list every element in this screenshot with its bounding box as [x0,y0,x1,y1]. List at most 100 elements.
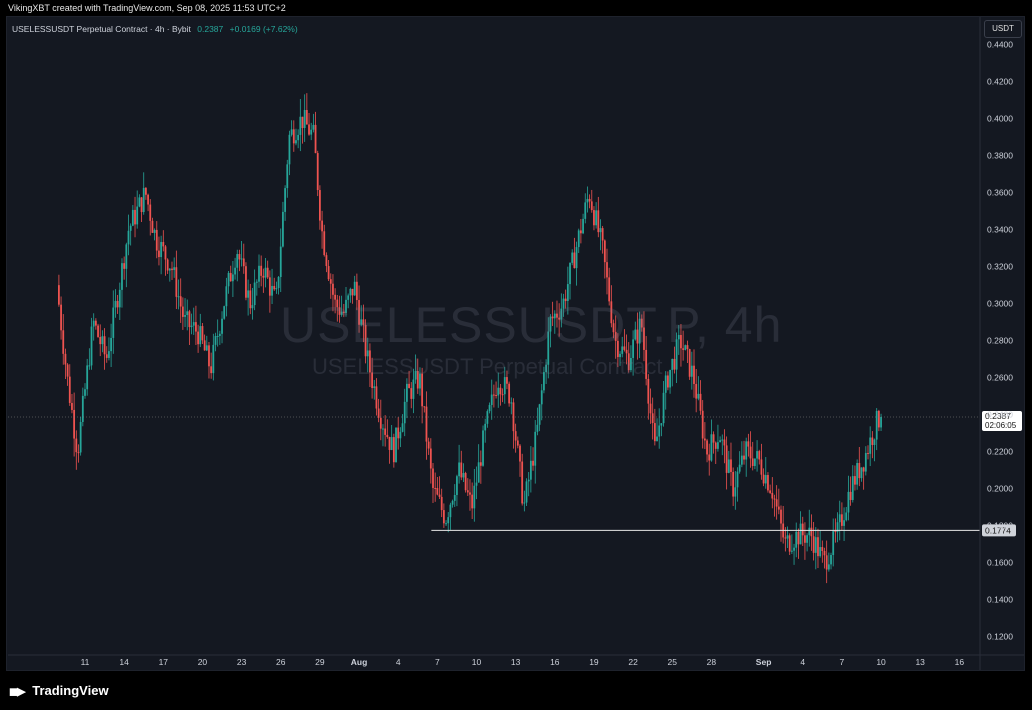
candle[interactable] [606,248,608,295]
candle[interactable] [469,479,471,511]
candle[interactable] [77,444,80,463]
candle[interactable] [192,307,195,335]
candle[interactable] [532,447,534,471]
candle[interactable] [295,128,297,146]
candle[interactable] [327,259,330,282]
candle[interactable] [210,352,213,379]
candle[interactable] [292,120,295,152]
candle[interactable] [373,379,376,400]
candle[interactable] [290,120,293,137]
candle[interactable] [873,438,876,462]
candle[interactable] [788,533,791,556]
tradingview-logo[interactable]: ◼▶ TradingView [9,683,109,698]
candle[interactable] [136,190,139,229]
candle[interactable] [75,430,78,470]
candle[interactable] [323,224,326,257]
candle[interactable] [390,424,393,451]
candle[interactable] [386,419,389,439]
candle[interactable] [442,503,445,528]
candle[interactable] [97,323,99,338]
candle[interactable] [482,425,484,467]
candle[interactable] [843,507,845,541]
symbol-info[interactable]: USELESSUSDT Perpetual Contract · 4h · By… [12,24,298,34]
candle[interactable] [758,449,761,465]
candle[interactable] [734,471,737,510]
candle[interactable] [177,279,180,310]
candle[interactable] [538,403,541,432]
candle[interactable] [814,527,817,570]
candle[interactable] [877,409,880,432]
candle[interactable] [456,474,458,507]
candle[interactable] [86,358,89,396]
candle[interactable] [205,335,208,352]
candle[interactable] [697,376,700,401]
candle[interactable] [593,206,595,231]
candle[interactable] [851,465,854,503]
candle[interactable] [727,450,730,474]
candle[interactable] [173,257,176,278]
candle[interactable] [288,130,291,176]
candle[interactable] [131,205,134,227]
candle[interactable] [253,269,256,311]
candle[interactable] [780,505,782,542]
candle[interactable] [425,391,428,460]
candle[interactable] [880,413,882,431]
candle[interactable] [745,437,748,477]
candle[interactable] [353,275,356,296]
candle[interactable] [155,221,158,259]
candle[interactable] [403,388,406,437]
candle[interactable] [236,249,239,282]
candle[interactable] [397,417,400,450]
candle[interactable] [214,332,217,352]
candle[interactable] [282,201,284,248]
candle[interactable] [730,442,732,486]
candle[interactable] [521,453,524,506]
candle[interactable] [440,488,443,518]
candle[interactable] [266,260,269,279]
candle[interactable] [188,309,191,346]
candle[interactable] [864,446,867,476]
candle[interactable] [184,298,186,327]
candle[interactable] [64,348,67,379]
candle[interactable] [245,262,247,301]
candle[interactable] [721,434,724,456]
candle[interactable] [719,436,721,443]
candle[interactable] [60,296,62,340]
candle[interactable] [218,330,221,345]
candle[interactable] [255,279,258,296]
candle[interactable] [101,330,104,353]
candle[interactable] [81,387,84,427]
candle[interactable] [867,445,869,460]
candle[interactable] [510,397,513,415]
candle[interactable] [153,228,156,241]
candle[interactable] [773,494,776,517]
candle[interactable] [586,186,589,213]
candle[interactable] [264,258,267,288]
candle[interactable] [434,472,437,502]
candle[interactable] [166,258,169,274]
candle[interactable] [540,384,543,421]
candle[interactable] [460,450,463,481]
candle[interactable] [447,512,450,533]
candle[interactable] [140,197,143,222]
candle[interactable] [601,225,604,254]
candle[interactable] [812,521,815,561]
candle[interactable] [229,265,232,282]
candle[interactable] [251,288,254,320]
candle[interactable] [858,446,861,487]
candle[interactable] [649,388,652,424]
candle[interactable] [573,237,576,269]
candle[interactable] [575,241,578,286]
candle[interactable] [701,400,704,449]
candle[interactable] [325,252,328,273]
candle[interactable] [693,349,695,398]
candle[interactable] [145,186,147,200]
candle[interactable] [234,257,236,280]
candle[interactable] [869,426,872,467]
candle[interactable] [714,441,717,465]
candle[interactable] [464,471,467,493]
candle[interactable] [84,383,86,399]
candle[interactable] [273,277,276,291]
candle[interactable] [764,457,767,489]
candle[interactable] [149,199,152,236]
